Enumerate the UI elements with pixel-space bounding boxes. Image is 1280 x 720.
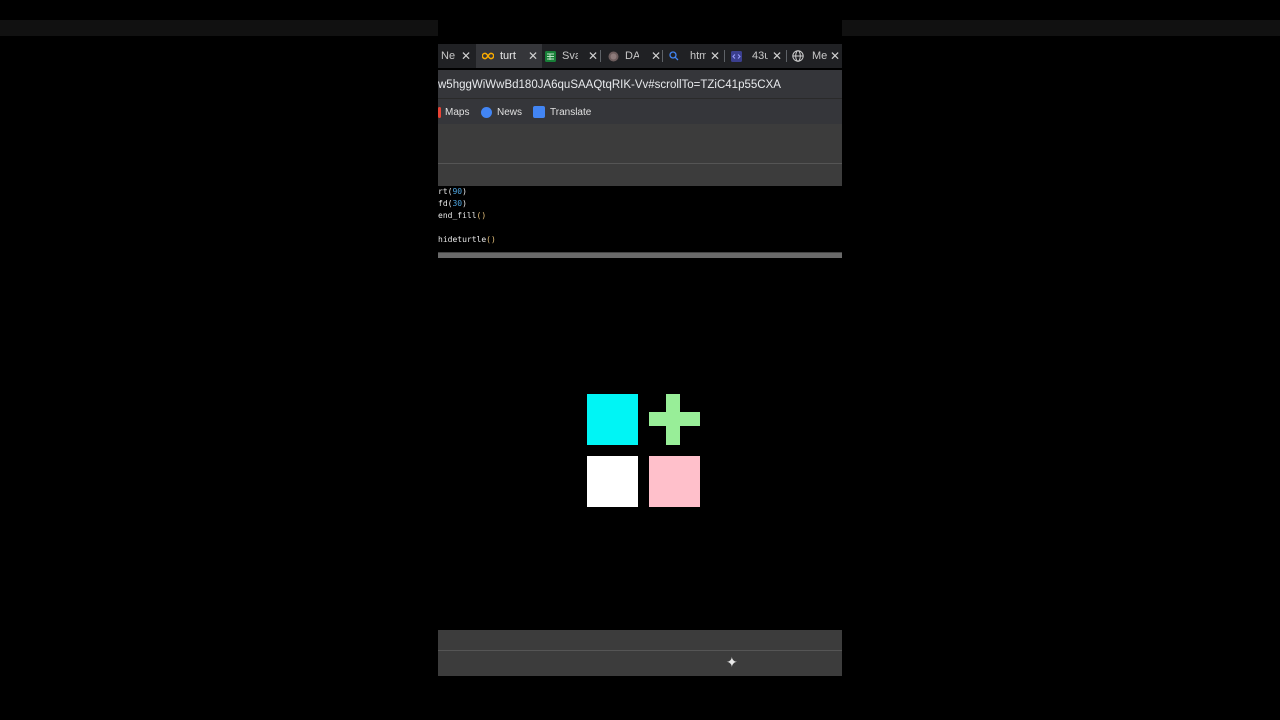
tab-separator [662, 50, 663, 62]
code-number: 90 [452, 187, 463, 196]
green-plus-horizontal [649, 412, 700, 426]
code-line: hideturtle() [438, 235, 496, 244]
bookmark-translate[interactable]: Translate [533, 99, 591, 125]
translate-icon [533, 106, 545, 118]
background-strip-right [842, 20, 1280, 36]
tab-turtle[interactable]: turt ✕ [476, 44, 542, 68]
maps-icon [438, 106, 441, 118]
globe-icon [607, 50, 619, 62]
tab-mer[interactable]: Mer ✕ [790, 44, 842, 68]
background-strip-left [0, 20, 438, 36]
tab-separator [600, 50, 601, 62]
close-icon[interactable]: ✕ [830, 44, 840, 68]
news-icon [481, 106, 492, 118]
tab-label: Mer [812, 50, 828, 62]
tab-da[interactable]: DA ✕ [602, 44, 665, 68]
url-text[interactable]: w5hggWiWwBd180JA6quSAAQtqRIK-Vv#scrollTo… [438, 70, 781, 100]
tab-html[interactable]: htm ✕ [664, 44, 724, 68]
tab-sheets[interactable]: Sva ✕ [538, 44, 602, 68]
close-icon[interactable]: ✕ [461, 44, 471, 68]
close-icon[interactable]: ✕ [651, 44, 661, 68]
bookmark-label: Translate [550, 106, 592, 118]
sheets-icon [544, 50, 556, 62]
tab-separator [724, 50, 725, 62]
globe-icon [792, 50, 804, 62]
tab-43u[interactable]: 43u ✕ [726, 44, 786, 68]
notebook-subtoolbar [438, 164, 842, 186]
code-token: fd( [438, 199, 453, 208]
code-token: ) [462, 187, 467, 196]
code-token: ) [462, 199, 467, 208]
code-icon [730, 50, 742, 62]
bottom-bar [438, 651, 842, 676]
code-line: fd(30) [438, 199, 467, 208]
sparkle-icon[interactable]: ✦ [726, 653, 738, 671]
code-token: rt( [438, 187, 453, 196]
address-bar[interactable]: w5hggWiWwBd180JA6quSAAQtqRIK-Vv#scrollTo… [438, 70, 842, 98]
bookmark-maps[interactable]: Maps [438, 99, 469, 125]
code-token: hideturtle [438, 235, 487, 244]
code-line: rt(90) [438, 187, 467, 196]
tab-bar: Nev ✕ turt ✕ Sva ✕ DA ✕ [438, 44, 842, 68]
close-icon[interactable]: ✕ [710, 44, 720, 68]
tab-label: Sva [562, 50, 578, 62]
white-square [587, 456, 638, 507]
bottom-panel [438, 630, 842, 650]
tab-label: 43u [752, 50, 768, 62]
close-icon[interactable]: ✕ [588, 44, 598, 68]
tab-label: Nev [441, 50, 455, 62]
code-number: 30 [452, 199, 463, 208]
bookmark-label: Maps [445, 106, 470, 118]
notebook-toolbar [438, 124, 842, 164]
code-line: end_fill() [438, 211, 486, 220]
tab-label: DA [625, 50, 639, 62]
screen: Nev ✕ turt ✕ Sva ✕ DA ✕ [438, 0, 842, 720]
tab-label: turt [500, 50, 516, 62]
tab-separator [786, 50, 787, 62]
pink-square [649, 456, 700, 507]
code-cell[interactable]: rt(90) fd(30) end_fill() hideturtle() [438, 187, 842, 253]
code-token: end_fill [438, 211, 477, 220]
tab-new[interactable]: Nev ✕ [438, 44, 475, 68]
cyan-square [587, 394, 638, 445]
search-icon [668, 50, 680, 62]
code-paren: () [486, 235, 496, 244]
bookmarks-bar: Maps News Translate [438, 98, 842, 125]
infinity-icon [482, 50, 494, 62]
bookmark-news[interactable]: News [481, 99, 522, 125]
bookmark-label: News [497, 106, 523, 118]
turtle-canvas [438, 258, 842, 630]
tab-label: htm [690, 50, 706, 62]
close-icon[interactable]: ✕ [772, 44, 782, 68]
code-paren: () [476, 211, 487, 220]
close-icon[interactable]: ✕ [528, 44, 538, 68]
